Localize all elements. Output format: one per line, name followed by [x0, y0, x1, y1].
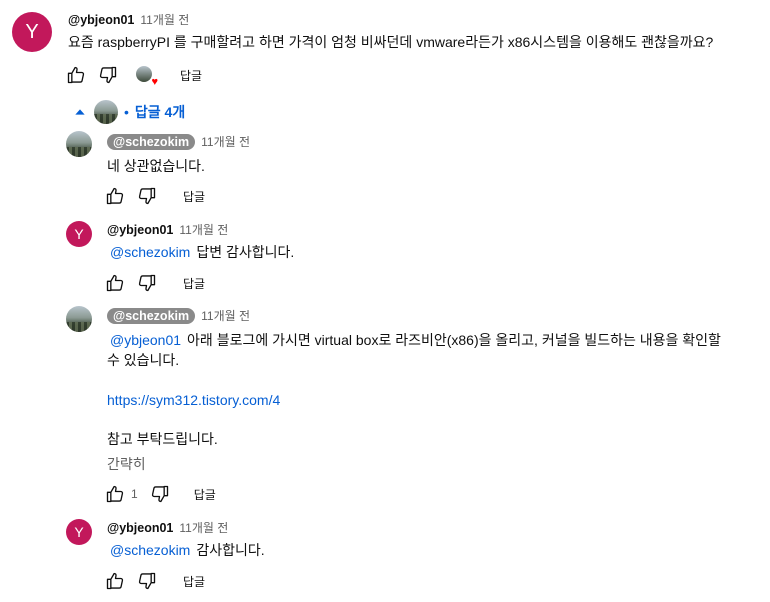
- author-name[interactable]: @schezokim: [107, 133, 196, 150]
- dislike-button[interactable]: [96, 63, 120, 87]
- comment-text: @schezokim 감사합니다.: [110, 540, 265, 560]
- thumb-down-icon: [99, 66, 117, 84]
- link-text[interactable]: https://sym312.tistory.com/4: [107, 392, 280, 408]
- timestamp[interactable]: 11개월 전: [179, 519, 228, 536]
- avatar[interactable]: [66, 131, 92, 157]
- thumb-down-icon: [151, 485, 168, 503]
- avatar[interactable]: Y: [12, 12, 52, 52]
- like-button[interactable]: [103, 482, 127, 506]
- thumb-up-icon: [106, 485, 124, 503]
- replies-toggle[interactable]: • 답글 4개: [72, 100, 185, 124]
- comment-header: @schezokim 11개월 전: [107, 307, 250, 324]
- creator-heart: ♥: [136, 66, 158, 88]
- read-less-button[interactable]: 간략히: [107, 454, 146, 474]
- comment-closing: 참고 부탁드립니다.: [107, 431, 218, 447]
- author-name[interactable]: @ybjeon01: [107, 223, 173, 237]
- comment-header: @ybjeon01 11개월 전: [107, 519, 228, 536]
- author-name[interactable]: @ybjeon01: [107, 521, 173, 535]
- thumb-up-icon: [106, 274, 124, 292]
- reply-button[interactable]: 답글: [183, 275, 205, 292]
- thumb-down-icon: [138, 274, 156, 292]
- creator-avatar: [136, 66, 152, 82]
- dislike-button[interactable]: [148, 482, 172, 506]
- thumb-down-icon: [138, 572, 156, 590]
- thumb-down-icon: [138, 187, 156, 205]
- timestamp[interactable]: 11개월 전: [179, 221, 228, 238]
- comment-body-line2: 수 있습니다.: [107, 352, 180, 368]
- avatar[interactable]: [66, 306, 92, 332]
- dislike-button[interactable]: [135, 569, 159, 593]
- reply-button[interactable]: 답글: [183, 188, 205, 205]
- caret-up-icon: [75, 109, 85, 115]
- comment-body: 답변 감사합니다.: [196, 244, 295, 260]
- replies-count-label: 답글 4개: [134, 104, 186, 120]
- author-name[interactable]: @schezokim: [107, 307, 196, 324]
- thumb-up-icon: [106, 572, 124, 590]
- bullet: •: [124, 104, 129, 120]
- like-button[interactable]: [64, 63, 88, 87]
- replier-avatar: [94, 100, 118, 124]
- timestamp[interactable]: 11개월 전: [201, 133, 250, 150]
- comment-body: 감사합니다.: [196, 542, 265, 558]
- avatar[interactable]: Y: [66, 221, 92, 247]
- dislike-button[interactable]: [135, 271, 159, 295]
- external-link[interactable]: https://sym312.tistory.com/4: [107, 390, 280, 410]
- comment-text: 요즘 raspberryPI 를 구매할려고 하면 가격이 엄청 비싸던데 vm…: [68, 34, 714, 50]
- mention-link[interactable]: @schezokim: [110, 542, 190, 558]
- comment-body-line1: 아래 블로그에 가시면 virtual box로 라즈비안(x86)을 올리고,…: [187, 332, 721, 348]
- comment-actions: 답글: [103, 569, 205, 593]
- comment-actions: 답글: [103, 184, 205, 208]
- thumb-up-icon: [106, 187, 124, 205]
- avatar[interactable]: Y: [66, 519, 92, 545]
- comment-header: @ybjeon01 11개월 전: [68, 11, 189, 28]
- avatar-letter: Y: [74, 226, 84, 242]
- reply-button[interactable]: 답글: [194, 486, 216, 503]
- comment-actions: ♥ 답글: [64, 63, 202, 88]
- avatar-letter: Y: [74, 524, 84, 540]
- thumb-up-icon: [67, 66, 85, 84]
- comment-actions: 답글: [103, 271, 205, 295]
- comment-text: 네 상관없습니다.: [107, 158, 205, 174]
- dislike-button[interactable]: [135, 184, 159, 208]
- timestamp[interactable]: 11개월 전: [140, 11, 189, 28]
- heart-icon: ♥: [151, 76, 158, 88]
- reply-button[interactable]: 답글: [183, 573, 205, 590]
- mention-link[interactable]: @schezokim: [110, 244, 190, 260]
- mention-link[interactable]: @ybjeon01: [110, 332, 181, 348]
- reply-button[interactable]: 답글: [180, 67, 202, 84]
- like-button[interactable]: [103, 184, 127, 208]
- comment-text: @schezokim 답변 감사합니다.: [110, 242, 294, 262]
- timestamp[interactable]: 11개월 전: [201, 307, 250, 324]
- like-button[interactable]: [103, 271, 127, 295]
- avatar-letter: Y: [25, 20, 39, 43]
- author-name[interactable]: @ybjeon01: [68, 13, 134, 27]
- comment-actions: 1 답글: [103, 482, 216, 506]
- comment-text: @ybjeon01 아래 블로그에 가시면 virtual box로 라즈비안(x…: [110, 330, 760, 350]
- like-button[interactable]: [103, 569, 127, 593]
- like-count: 1: [131, 487, 138, 501]
- comment-header: @ybjeon01 11개월 전: [107, 221, 228, 238]
- comment-header: @schezokim 11개월 전: [107, 133, 250, 150]
